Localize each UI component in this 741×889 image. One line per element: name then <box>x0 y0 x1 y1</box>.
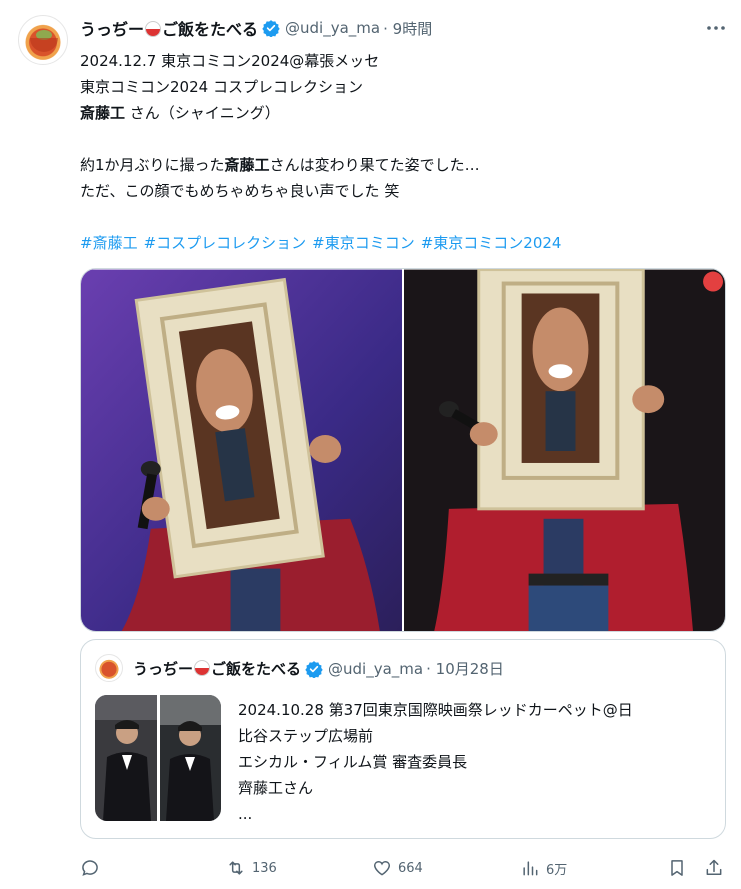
hashtag-link[interactable]: #コスプレコレクション <box>144 234 307 252</box>
bookmark-icon <box>671 860 683 876</box>
like-button[interactable]: 664 <box>372 854 423 882</box>
share-button[interactable] <box>704 854 724 882</box>
verified-icon <box>305 660 323 678</box>
media-grid <box>80 268 726 632</box>
post-line-3: 斎藤工 さん（シャイニング） <box>80 100 720 126</box>
bold-name: 斎藤工 <box>80 104 126 122</box>
bold-name: 斎藤工 <box>224 156 270 174</box>
quoted-media <box>95 695 221 821</box>
share-icon <box>706 859 722 875</box>
quoted-post-time: · 10月28日 <box>426 660 504 678</box>
views-count: 6万 <box>546 862 568 878</box>
more-icon[interactable] <box>704 16 728 40</box>
retweet-icon <box>229 861 243 875</box>
post-line-4-pre: 約1か月ぶりに撮った <box>80 156 225 174</box>
post-line-2: 東京コミコン2024 コスプレコレクション <box>80 78 363 96</box>
quoted-post-header: うっぢー ご飯をたべる @udi_ya_ma · 10月28日 <box>133 658 504 679</box>
quoted-author-name: うっぢー ご飯をたべる <box>133 658 301 679</box>
quoted-photo-2 <box>160 695 221 821</box>
post-line-5: ただ、この顔でもめちゃめちゃ良い声でした 笑 <box>80 182 400 200</box>
retweet-button[interactable]: 136 <box>226 854 277 882</box>
quoted-author-name-part1: うっぢー <box>133 660 194 678</box>
author-avatar[interactable] <box>18 15 68 65</box>
author-name-part1: うっぢー <box>80 20 145 39</box>
quoted-line: ... <box>238 805 253 823</box>
quoted-post-text: 2024.10.28 第37回東京国際映画祭レッドカーペット@日 比谷ステップ広… <box>238 697 718 827</box>
author-handle[interactable]: @udi_ya_ma <box>285 19 380 37</box>
reply-icon <box>82 860 98 876</box>
quoted-line: 2024.10.28 第37回東京国際映画祭レッドカーペット@日 <box>238 701 633 719</box>
photo-1[interactable] <box>81 269 402 632</box>
views-icon <box>523 861 538 876</box>
post-line-3-rest: さん（シャイニング） <box>125 104 280 122</box>
quoted-author-handle: @udi_ya_ma <box>328 659 424 678</box>
quoted-author-avatar <box>95 654 123 682</box>
bookmark-button[interactable] <box>667 854 687 882</box>
photo-2[interactable] <box>404 269 725 632</box>
rice-bowl-icon <box>194 660 211 676</box>
quoted-line: エシカル・フィルム賞 審査委員長 <box>238 753 468 771</box>
quoted-line: 比谷ステップ広場前 <box>238 727 374 745</box>
post-line-4: 約1か月ぶりに撮った斎藤工さんは変わり果てた姿でした… <box>80 152 720 178</box>
post-text: 2024.12.7 東京コミコン2024@幕張メッセ 東京コミコン2024 コス… <box>80 48 720 256</box>
post-time[interactable]: · 9時間 <box>383 18 432 39</box>
like-count: 664 <box>398 860 423 876</box>
author-name-part2: ご飯をたべる <box>162 20 259 39</box>
quoted-photo-1 <box>95 695 157 821</box>
post-line-1: 2024.12.7 東京コミコン2024@幕張メッセ <box>80 52 380 70</box>
rice-bowl-icon <box>145 21 162 37</box>
author-name[interactable]: うっぢー ご飯をたべる <box>80 16 258 40</box>
hashtag-link[interactable]: #斎藤工 <box>80 234 138 252</box>
hashtag-link[interactable]: #東京コミコン <box>312 234 415 252</box>
verified-icon <box>262 20 280 37</box>
views-button[interactable]: 6万 <box>520 854 567 882</box>
reply-button[interactable] <box>80 854 106 882</box>
heart-icon <box>374 861 390 876</box>
hashtag-link[interactable]: #東京コミコン2024 <box>421 234 562 252</box>
quoted-author-name-part2: ご飯をたべる <box>211 660 302 678</box>
hashtag-list: #斎藤工 #コスプレコレクション #東京コミコン #東京コミコン2024 <box>80 230 720 256</box>
quoted-post[interactable]: うっぢー ご飯をたべる @udi_ya_ma · 10月28日 2024.10.2… <box>80 639 726 839</box>
retweet-count: 136 <box>252 860 277 876</box>
action-bar: 136 664 6万 <box>80 854 728 882</box>
quoted-line: 齊藤工さん <box>238 779 314 797</box>
post-line-4-post: さんは変わり果てた姿でした… <box>269 156 480 174</box>
post-header: うっぢー ご飯をたべる @udi_ya_ma · 9時間 <box>80 16 432 40</box>
